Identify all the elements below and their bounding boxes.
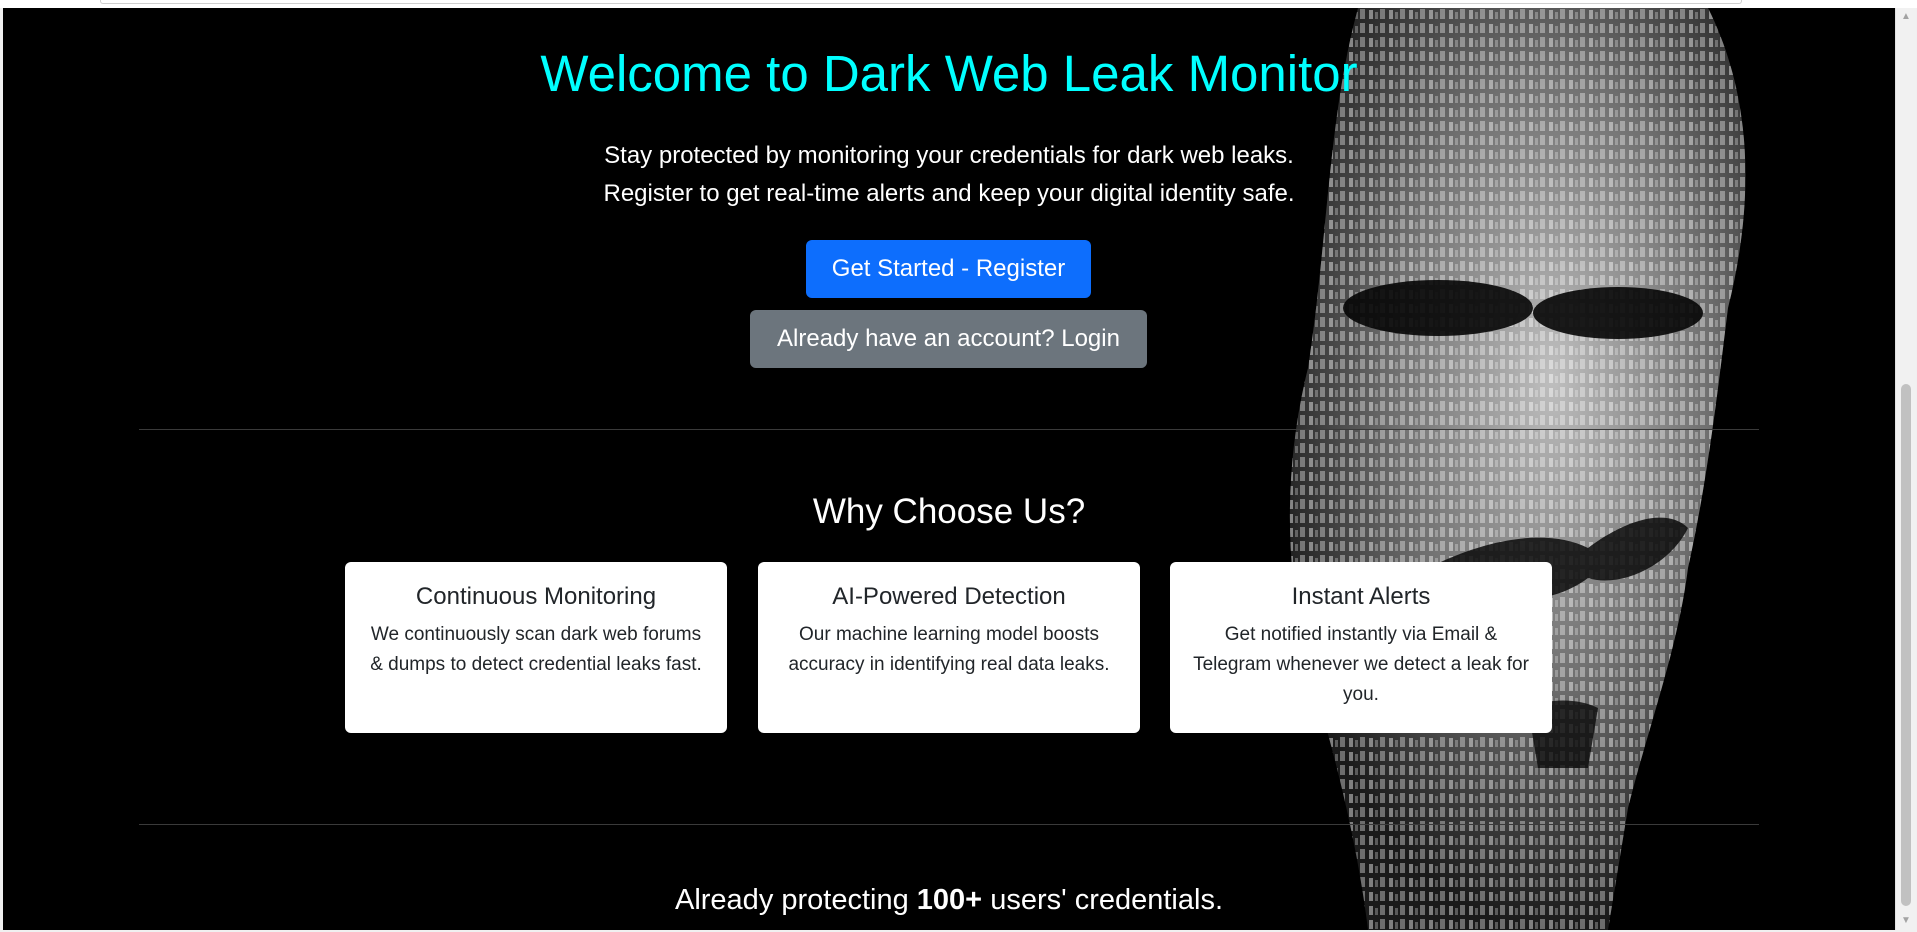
feature-card-text: Get notified instantly via Email & Teleg… <box>1193 624 1529 705</box>
browser-frame-edge <box>100 0 1742 4</box>
scrollbar-thumb[interactable] <box>1901 384 1911 906</box>
page-viewport: Welcome to Dark Web Leak Monitor Stay pr… <box>3 8 1895 930</box>
hero-description-line-1: Stay protected by monitoring your creden… <box>604 142 1294 169</box>
stats-prefix: Already protecting <box>674 884 909 916</box>
stats-line: Already protecting 100+ users' credentia… <box>3 884 1895 917</box>
feature-card-instant-alerts: Instant Alerts Get notified instantly vi… <box>1170 562 1552 733</box>
scroll-up-arrow-icon[interactable]: ▲ <box>1896 8 1916 26</box>
hero-description: Stay protected by monitoring your creden… <box>3 137 1895 213</box>
scroll-down-arrow-icon[interactable]: ▼ <box>1896 912 1916 930</box>
feature-card-title: Instant Alerts <box>1291 583 1431 610</box>
feature-card-title: AI-Powered Detection <box>832 583 1066 610</box>
feature-card-text: We continuously scan dark web forums & d… <box>370 624 702 675</box>
browser-top-strip <box>0 0 1917 8</box>
page-content: Welcome to Dark Web Leak Monitor Stay pr… <box>3 8 1895 930</box>
page-title: Welcome to Dark Web Leak Monitor <box>540 45 1358 102</box>
hero-description-line-2: Register to get real-time alerts and kee… <box>603 180 1295 207</box>
feature-card-title: Continuous Monitoring <box>415 583 657 610</box>
stats-count: 100+ <box>916 884 983 916</box>
section-divider <box>139 429 1759 430</box>
feature-card-continuous-monitoring: Continuous Monitoring We continuously sc… <box>345 562 727 733</box>
vertical-scrollbar[interactable]: ▲ ▼ <box>1895 8 1916 930</box>
login-button[interactable]: Already have an account? Login <box>750 310 1147 368</box>
feature-card-text: Our machine learning model boosts accura… <box>788 624 1110 675</box>
stats-suffix: users' credentials. <box>990 884 1223 916</box>
feature-card-ai-powered-detection: AI-Powered Detection Our machine learnin… <box>758 562 1140 733</box>
features-heading: Why Choose Us? <box>812 492 1086 531</box>
section-divider <box>139 824 1759 825</box>
register-button[interactable]: Get Started - Register <box>806 240 1091 298</box>
